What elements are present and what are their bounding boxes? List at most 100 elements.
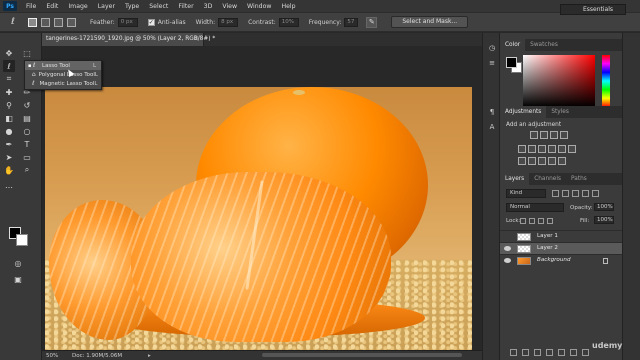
hand-tool-icon[interactable]: ✋ (3, 164, 15, 176)
opacity-field[interactable]: 100% (594, 203, 614, 211)
lock-position-icon[interactable] (538, 218, 544, 224)
feather-field[interactable]: 0 px (117, 17, 138, 27)
visibility-eye-icon[interactable] (504, 246, 511, 251)
menu-select[interactable]: Select (144, 3, 173, 10)
horizontal-scrollbar[interactable] (262, 353, 462, 357)
anti-alias-checkbox[interactable]: ✓ (147, 18, 155, 26)
pen-tool-icon[interactable]: ✒ (3, 138, 15, 150)
link-layers-icon[interactable] (510, 349, 517, 356)
contrast-field[interactable]: 10% (278, 17, 299, 27)
clone-stamp-icon[interactable]: ⚲ (3, 99, 15, 111)
width-field[interactable]: 8 px (218, 17, 239, 27)
layer-row-background[interactable]: Background (500, 254, 622, 266)
new-group-icon[interactable] (558, 349, 565, 356)
eraser-tool-icon[interactable]: ◧ (3, 112, 15, 124)
new-adjustment-layer-icon[interactable] (546, 349, 553, 356)
visibility-eye-icon[interactable] (504, 258, 511, 263)
channel-mixer-icon[interactable] (568, 145, 576, 153)
menu-image[interactable]: Image (63, 3, 92, 10)
history-panel-icon[interactable]: ◷ (487, 43, 497, 53)
canvas-area[interactable] (42, 46, 482, 350)
menu-filter[interactable]: Filter (173, 3, 198, 10)
filter-type-icon[interactable] (572, 190, 579, 197)
document-tab[interactable]: tangerines-1721590_1920.jpg @ 50% (Layer… (42, 33, 215, 46)
menu-help[interactable]: Help (276, 3, 300, 10)
tab-layers[interactable]: Layers (500, 173, 530, 185)
pen-pressure-icon[interactable]: ✎ (366, 16, 378, 28)
close-tab-icon[interactable]: × (194, 33, 199, 46)
character-panel-icon[interactable]: A (487, 122, 497, 132)
threshold-icon[interactable] (538, 157, 546, 165)
menu-edit[interactable]: Edit (41, 3, 63, 10)
color-picker-field[interactable] (523, 55, 595, 107)
lock-transparent-icon[interactable] (520, 218, 526, 224)
screen-mode-icon[interactable]: ▣ (12, 273, 24, 285)
curves-icon[interactable] (550, 131, 558, 139)
path-selection-icon[interactable]: ➤ (3, 151, 15, 163)
photo-filter-icon[interactable] (558, 145, 566, 153)
zoom-tool-icon[interactable]: ⌕ (21, 164, 33, 176)
history-brush-icon[interactable]: ↺ (21, 99, 33, 111)
vibrance-icon[interactable] (518, 145, 526, 153)
healing-brush-icon[interactable]: ✚ (3, 86, 15, 98)
blur-tool-icon[interactable]: ● (3, 125, 15, 137)
exposure-icon[interactable] (560, 131, 568, 139)
tab-channels[interactable]: Channels (529, 173, 566, 185)
filter-pixel-icon[interactable] (552, 190, 559, 197)
hue-slider[interactable] (602, 55, 610, 107)
zoom-level[interactable]: 50% (42, 353, 72, 359)
new-selection-button[interactable] (28, 17, 37, 27)
type-tool-icon[interactable]: T (21, 138, 33, 150)
quick-mask-icon[interactable]: ◎ (12, 257, 24, 269)
menu-layer[interactable]: Layer (93, 3, 120, 10)
filter-smart-object-icon[interactable] (592, 190, 599, 197)
tab-paths[interactable]: Paths (566, 173, 592, 185)
dodge-tool-icon[interactable]: ○ (21, 125, 33, 137)
select-and-mask-button[interactable]: Select and Mask... (391, 16, 469, 28)
posterize-icon[interactable] (528, 157, 536, 165)
status-menu-arrow-icon[interactable]: ▸ (148, 353, 151, 359)
menu-3d[interactable]: 3D (199, 3, 218, 10)
paragraph-panel-icon[interactable]: ¶ (487, 107, 497, 117)
gradient-tool-icon[interactable]: ▤ (21, 112, 33, 124)
blend-mode-select[interactable]: Normal (506, 203, 564, 212)
tab-color[interactable]: Color (500, 39, 526, 51)
delete-layer-icon[interactable] (582, 349, 589, 356)
flyout-item-lasso[interactable]: ▪ ℓ Lasso Tool L (25, 61, 101, 70)
layer-row-layer-2[interactable]: Layer 2 (500, 242, 622, 254)
add-to-selection-button[interactable] (41, 17, 50, 27)
frequency-field[interactable]: 57 (344, 17, 359, 27)
shape-tool-icon[interactable]: ▭ (21, 151, 33, 163)
flyout-item-polygonal-lasso[interactable]: ⌂ Polygonal Lasso Tool L (25, 70, 101, 79)
layer-row-layer-1[interactable]: Layer 1 (500, 230, 622, 242)
subtract-from-selection-button[interactable] (54, 17, 63, 27)
black-white-icon[interactable] (548, 145, 556, 153)
move-tool-icon[interactable]: ✥ (3, 47, 15, 59)
workspace-switcher[interactable]: Essentials (560, 4, 626, 15)
gradient-map-icon[interactable] (558, 157, 566, 165)
flyout-item-magnetic-lasso[interactable]: ℓ Magnetic Lasso Tool L (25, 79, 101, 88)
selective-color-icon[interactable] (548, 157, 556, 165)
lasso-tool-icon[interactable]: ℓ (3, 60, 15, 72)
menu-view[interactable]: View (217, 3, 242, 10)
properties-panel-icon[interactable]: ≡ (487, 58, 497, 68)
color-balance-icon[interactable] (538, 145, 546, 153)
color-panel-foreground[interactable] (506, 57, 517, 68)
tab-adjustments[interactable]: Adjustments (500, 106, 547, 118)
crop-tool-icon[interactable]: ⌗ (3, 73, 15, 85)
lock-all-icon[interactable] (547, 218, 553, 224)
fill-field[interactable]: 100% (594, 216, 614, 224)
menu-file[interactable]: File (21, 3, 41, 10)
tab-swatches[interactable]: Swatches (525, 39, 563, 51)
layer-filter-kind[interactable]: Kind (506, 189, 546, 198)
levels-icon[interactable] (540, 131, 548, 139)
tab-styles[interactable]: Styles (546, 106, 574, 118)
lasso-tool-preset-icon[interactable]: ℓ (6, 15, 20, 29)
layer-mask-icon[interactable] (534, 349, 541, 356)
menu-window[interactable]: Window (242, 3, 276, 10)
invert-icon[interactable] (518, 157, 526, 165)
hue-saturation-icon[interactable] (528, 145, 536, 153)
background-color-swatch[interactable] (16, 234, 28, 246)
more-tools-icon[interactable]: … (3, 179, 15, 191)
filter-adjustment-icon[interactable] (562, 190, 569, 197)
